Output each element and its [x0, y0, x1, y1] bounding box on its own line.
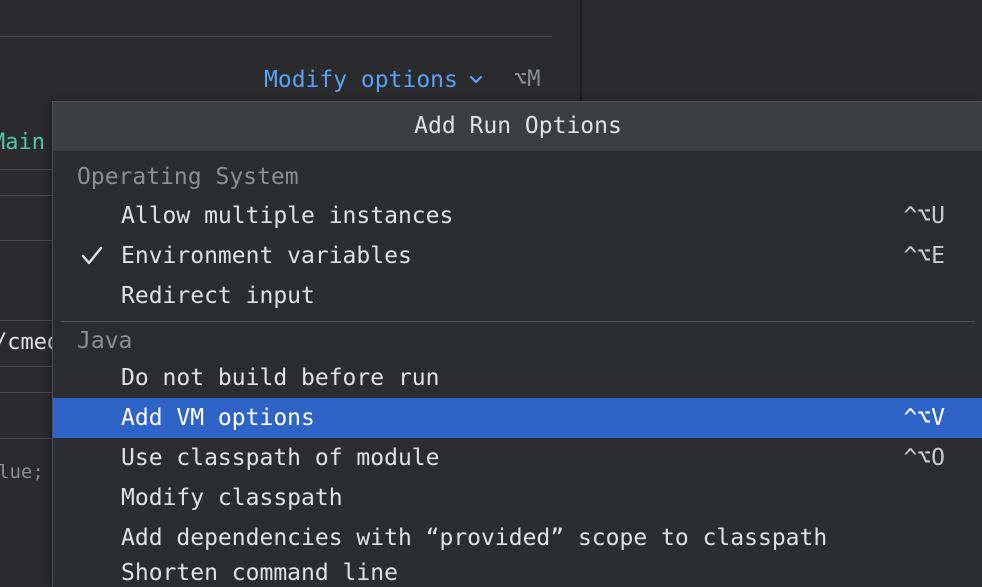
option-redirect-input[interactable]: Redirect input [53, 276, 982, 316]
field-border [0, 195, 52, 196]
popup-title: Add Run Options [53, 102, 982, 151]
option-label: Use classpath of module [121, 445, 440, 471]
separator-line [0, 36, 552, 37]
option-add-vm-options[interactable]: Add VM options ^⌥V [53, 398, 982, 438]
option-do-not-build-before-run[interactable]: Do not build before run [53, 358, 982, 398]
option-label: Shorten command line [121, 560, 398, 586]
field-border [0, 392, 52, 393]
field-border [0, 320, 52, 321]
field-border [0, 169, 52, 170]
option-add-dependencies-provided-scope[interactable]: Add dependencies with “provided” scope t… [53, 518, 982, 558]
section-separator [61, 321, 975, 322]
modify-options-shortcut: ⌥M [514, 67, 541, 92]
section-title-operating-system: Operating System [77, 164, 299, 190]
section-title-java: Java [77, 328, 133, 354]
option-label: Add dependencies with “provided” scope t… [121, 525, 828, 551]
option-label: Do not build before run [121, 365, 440, 391]
option-label: Modify classpath [121, 485, 343, 511]
option-label: Redirect input [121, 283, 315, 309]
modify-options-label: Modify options [264, 67, 458, 93]
field-border [0, 366, 52, 367]
option-label: Add VM options [121, 405, 315, 431]
option-shortcut: ^⌥E [903, 243, 945, 269]
modify-options-button[interactable]: Modify options [264, 64, 484, 96]
field-border [0, 438, 52, 439]
option-shortcut: ^⌥U [903, 203, 945, 229]
option-allow-multiple-instances[interactable]: Allow multiple instances ^⌥U [53, 196, 982, 236]
option-use-classpath-of-module[interactable]: Use classpath of module ^⌥O [53, 438, 982, 478]
chevron-down-icon [469, 75, 482, 84]
code-fragment: lue; [0, 461, 44, 483]
option-shortcut: ^⌥O [903, 445, 945, 471]
field-border [0, 240, 52, 241]
option-label: Allow multiple instances [121, 203, 454, 229]
option-shorten-command-line[interactable]: Shorten command line [53, 556, 982, 586]
checkmark-icon [81, 246, 103, 265]
add-run-options-popup: Add Run Options Operating System Allow m… [52, 101, 982, 587]
option-modify-classpath[interactable]: Modify classpath [53, 478, 982, 518]
main-class-field[interactable]: Main [0, 130, 45, 155]
option-environment-variables[interactable]: Environment variables ^⌥E [53, 236, 982, 276]
option-shortcut: ^⌥V [903, 405, 945, 431]
option-label: Environment variables [121, 243, 412, 269]
